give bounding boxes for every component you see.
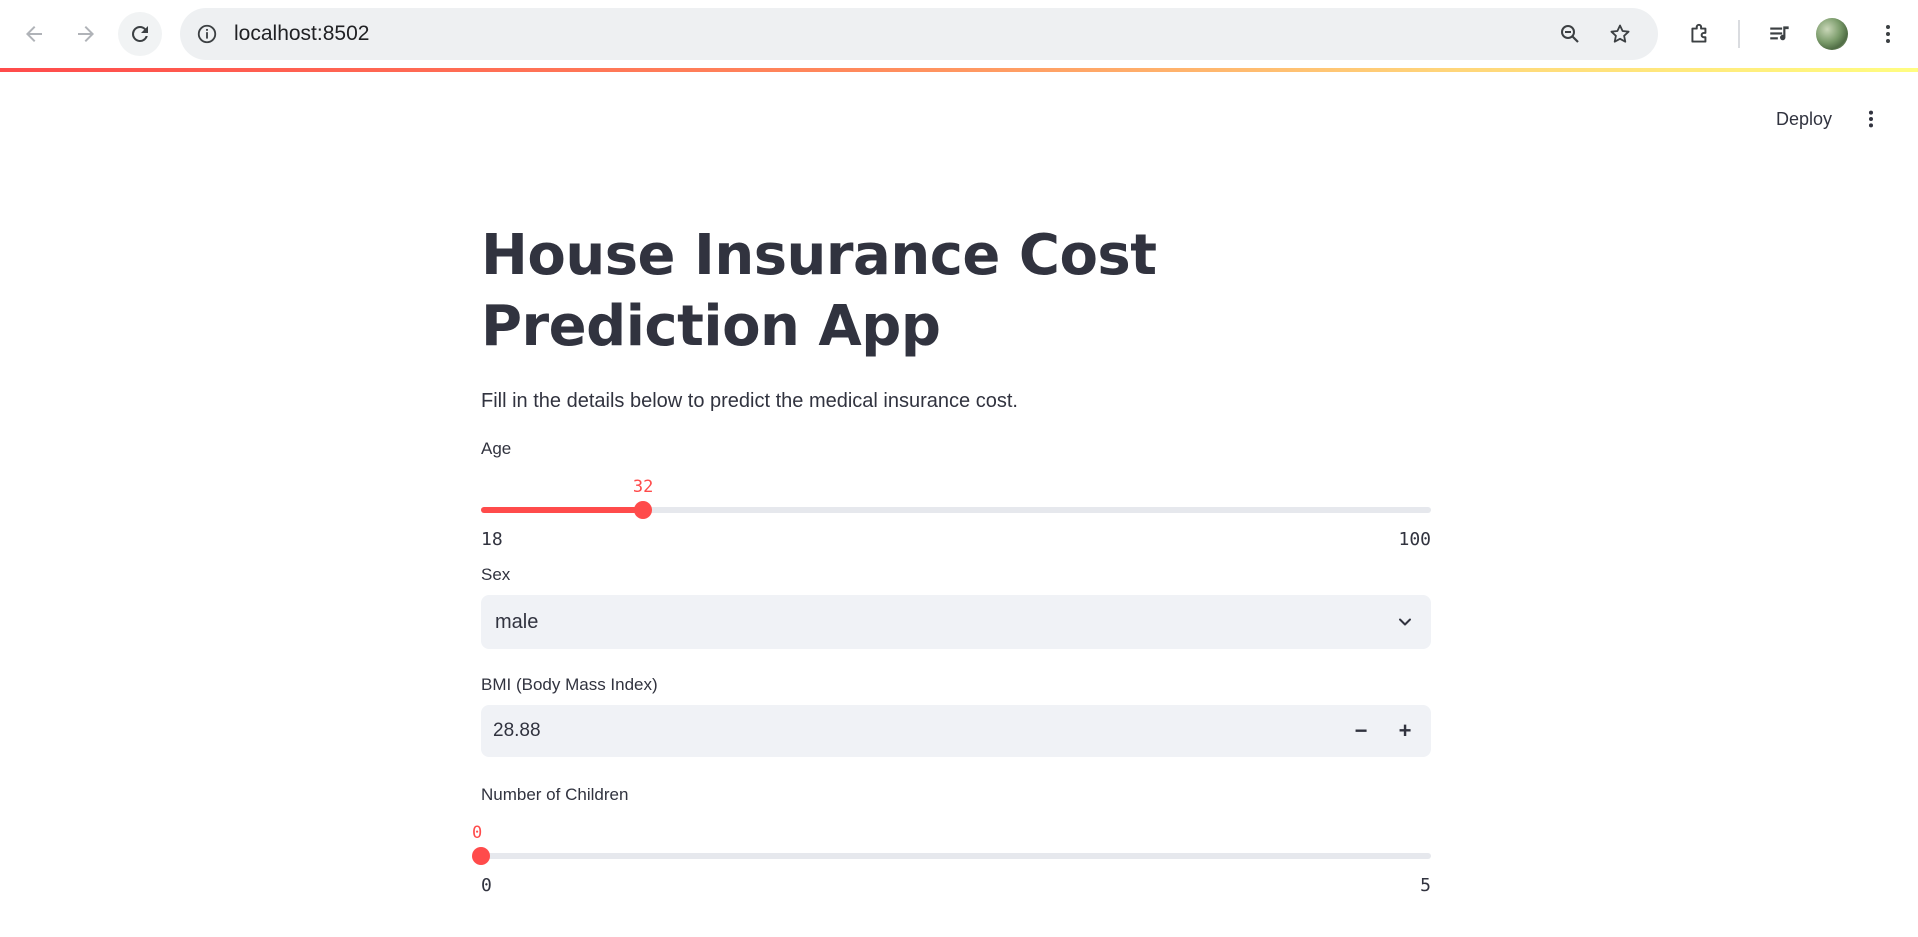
- bmi-number-input: − +: [481, 705, 1431, 757]
- sex-select[interactable]: male: [481, 595, 1431, 649]
- back-arrow-icon: [26, 26, 42, 42]
- children-slider[interactable]: 0 0 5: [472, 805, 1431, 905]
- age-slider-group: Age 32 18 100: [481, 439, 1431, 559]
- slider-current-value: 0: [472, 823, 483, 843]
- slider-min-label: 0: [481, 875, 492, 896]
- main-content: House Insurance Cost Prediction App Fill…: [472, 220, 1431, 905]
- decrement-button[interactable]: −: [1341, 711, 1381, 751]
- back-button[interactable]: [12, 12, 56, 56]
- children-slider-group: Number of Children 0 0 5: [472, 785, 1431, 905]
- site-info-icon[interactable]: [196, 23, 218, 45]
- age-label: Age: [481, 439, 512, 458]
- streamlit-decoration-bar: [0, 68, 1918, 72]
- slider-track[interactable]: 0: [472, 823, 1431, 865]
- chevron-down-icon: [1393, 610, 1417, 634]
- sex-label: Sex: [481, 565, 511, 584]
- slider-current-value: 32: [632, 477, 654, 497]
- toolbar-divider: [1738, 20, 1740, 48]
- extensions-icon[interactable]: [1680, 14, 1720, 54]
- streamlit-menu-icon[interactable]: [1854, 102, 1888, 136]
- bmi-input-group: BMI (Body Mass Index) − +: [481, 675, 1431, 757]
- sex-selected-value: male: [495, 610, 539, 633]
- reload-button[interactable]: [118, 12, 162, 56]
- bmi-field[interactable]: [491, 719, 1295, 743]
- address-bar[interactable]: localhost:8502: [180, 8, 1658, 60]
- browser-menu-icon[interactable]: [1868, 14, 1908, 54]
- page-title: House Insurance Cost Prediction App: [481, 223, 1157, 359]
- browser-toolbar: localhost:8502: [0, 0, 1918, 68]
- slider-max-label: 5: [1420, 875, 1431, 896]
- bmi-label: BMI (Body Mass Index): [481, 675, 658, 694]
- slider-min-label: 18: [481, 529, 503, 550]
- increment-button[interactable]: +: [1385, 711, 1425, 751]
- media-icon[interactable]: [1760, 14, 1800, 54]
- slider-max-label: 100: [1398, 529, 1431, 550]
- forward-button[interactable]: [64, 12, 108, 56]
- deploy-button[interactable]: Deploy: [1762, 100, 1846, 138]
- sex-select-group: Sex male: [481, 565, 1431, 649]
- star-icon[interactable]: [1600, 8, 1640, 60]
- page-subtitle: Fill in the details below to predict the…: [481, 390, 1018, 412]
- slider-fill: [481, 507, 644, 513]
- zoom-icon[interactable]: [1550, 8, 1590, 60]
- slider-track[interactable]: 32: [481, 477, 1431, 519]
- reload-icon: [132, 26, 148, 42]
- slider-thumb[interactable]: [634, 501, 653, 519]
- profile-avatar[interactable]: [1816, 18, 1848, 50]
- forward-arrow-icon: [78, 26, 94, 42]
- slider-thumb[interactable]: [472, 847, 490, 865]
- age-slider[interactable]: 32 18 100: [481, 459, 1431, 559]
- url-text[interactable]: localhost:8502: [234, 22, 369, 46]
- children-label: Number of Children: [481, 785, 629, 804]
